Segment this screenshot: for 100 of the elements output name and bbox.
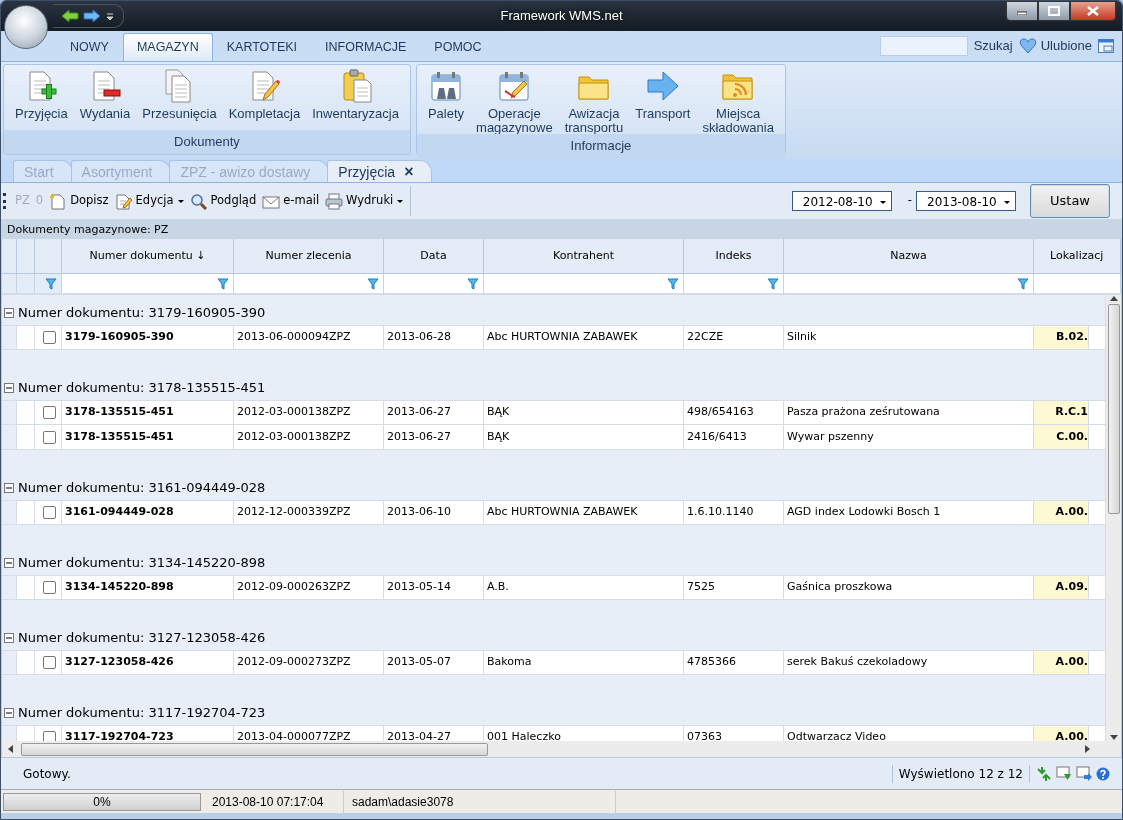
- filter-icon[interactable]: [767, 277, 779, 290]
- heart-icon[interactable]: [1018, 38, 1037, 54]
- app-menu-button[interactable]: [4, 5, 48, 49]
- edit-document-icon: [114, 192, 133, 210]
- column-header[interactable]: Kontrahent: [484, 239, 684, 274]
- collapse-icon[interactable]: [4, 307, 14, 318]
- refresh-arrows-icon[interactable]: [1036, 765, 1052, 782]
- row-checkbox[interactable]: [43, 406, 56, 419]
- magnifier-icon: [189, 192, 208, 210]
- ribbon-button[interactable]: Operacje magazynowe: [471, 69, 558, 135]
- ribbon-button[interactable]: Przyjęcia: [10, 69, 73, 121]
- ribbon-button[interactable]: Miejsca składowania: [697, 69, 779, 135]
- grid-caption: Dokumenty magazynowe: PZ: [1, 219, 1122, 239]
- ribbon-button[interactable]: Inwentaryzacja: [307, 69, 404, 121]
- toolbar-button[interactable]: Edycja: [111, 192, 187, 210]
- import-icon[interactable]: [1056, 765, 1072, 782]
- collapse-icon[interactable]: [4, 382, 14, 393]
- ribbon-button[interactable]: Przesunięcia: [137, 69, 222, 121]
- progress-text: 0%: [92, 793, 112, 810]
- collapse-icon[interactable]: [4, 632, 14, 643]
- collapse-icon[interactable]: [4, 557, 14, 568]
- close-button[interactable]: [1070, 1, 1116, 21]
- table-cell: 3127-123058-426: [62, 651, 234, 674]
- ribbon-tab[interactable]: KARTOTEKI: [212, 33, 312, 61]
- table-cell: 7525: [684, 576, 784, 599]
- ribbon-button[interactable]: Palety: [422, 69, 470, 121]
- table-cell: 3179-160905-390: [62, 326, 234, 349]
- toolbar-button[interactable]: Wydruki: [322, 192, 407, 210]
- window-layout-icon[interactable]: [1098, 39, 1114, 53]
- ribbon-button[interactable]: Wydania: [74, 69, 136, 121]
- forward-arrow-icon[interactable]: [83, 9, 101, 23]
- toolbar-button[interactable]: Dopisz: [46, 192, 112, 210]
- document-tab[interactable]: Przyjęcia ×: [327, 160, 433, 182]
- range-dash: -: [907, 192, 912, 210]
- ribbon-tab[interactable]: POMOC: [420, 33, 496, 61]
- table-cell: 4785366: [684, 651, 784, 674]
- column-header[interactable]: Numer dokumentu ↓: [62, 239, 234, 274]
- row-checkbox[interactable]: [43, 430, 56, 444]
- vertical-scrollbar[interactable]: [1105, 295, 1121, 741]
- collapse-icon[interactable]: [4, 707, 14, 718]
- ribbon-button[interactable]: Awizacja transportu: [559, 69, 629, 135]
- table-cell: A.00.: [1034, 651, 1089, 674]
- ribbon-tab[interactable]: MAGAZYN: [122, 33, 213, 61]
- filter-icon[interactable]: [45, 277, 57, 290]
- table-cell: 2013-05-14: [384, 576, 484, 599]
- printer-icon: [325, 192, 344, 210]
- maximize-button[interactable]: [1038, 1, 1070, 21]
- ribbon-button[interactable]: Transport: [630, 69, 696, 121]
- filter-icon[interactable]: [667, 277, 679, 290]
- close-tab-button[interactable]: ×: [404, 164, 414, 180]
- group-label: Informacje: [416, 134, 785, 159]
- table-cell: 2013-06-000094ZPZ: [234, 326, 384, 349]
- date-dropdown[interactable]: 2012-08-10: [791, 191, 892, 211]
- table-cell: 2013-05-07: [384, 651, 484, 674]
- group-label: Dokumenty: [4, 129, 410, 154]
- ribbon-tab[interactable]: INFORMACJE: [311, 33, 421, 61]
- date-dropdown[interactable]: 2013-08-10: [916, 191, 1016, 211]
- ribbon-tab[interactable]: NOWY: [56, 33, 123, 61]
- apply-button[interactable]: Ustaw: [1030, 184, 1110, 218]
- customize-menu-icon[interactable]: [105, 11, 115, 21]
- favorites-link[interactable]: Ulubione: [1040, 36, 1092, 56]
- row-checkbox[interactable]: [43, 731, 56, 741]
- collapse-icon[interactable]: [4, 482, 14, 493]
- table-cell: BĄK: [484, 401, 684, 424]
- filter-icon[interactable]: [367, 277, 379, 290]
- row-checkbox[interactable]: [43, 656, 56, 669]
- group-header: Numer dokumentu: 3178-135515-451: [18, 378, 266, 397]
- toolbar-button[interactable]: e-mail: [259, 192, 323, 210]
- filter-icon[interactable]: [217, 277, 229, 290]
- maximize-icon: [1048, 6, 1060, 16]
- filter-icon[interactable]: [1017, 277, 1029, 290]
- row-checkbox[interactable]: [43, 331, 56, 344]
- table-cell: 2013-06-27: [384, 425, 484, 449]
- toolbar-button[interactable]: Podgląd: [186, 192, 260, 210]
- ribbon-button[interactable]: Kompletacja: [223, 69, 306, 121]
- column-header[interactable]: Data: [384, 239, 484, 274]
- filter-icon[interactable]: [467, 277, 479, 290]
- group-header: Numer dokumentu: 3117-192704-723: [18, 703, 266, 722]
- row-checkbox[interactable]: [43, 581, 56, 594]
- back-arrow-icon[interactable]: [61, 9, 79, 23]
- column-header[interactable]: Indeks: [684, 239, 784, 274]
- status-message: Gotowy.: [23, 765, 71, 783]
- table-cell: A.B.: [484, 576, 684, 599]
- minimize-button[interactable]: [1006, 1, 1038, 21]
- table-cell: 2012-09-000263ZPZ: [234, 576, 384, 599]
- table-cell: 2012-09-000273ZPZ: [234, 651, 384, 674]
- document-type-label: PZ: [14, 192, 31, 210]
- horizontal-scrollbar[interactable]: [2, 741, 1121, 757]
- column-header[interactable]: Numer zlecenia: [234, 239, 384, 274]
- column-header[interactable]: Nazwa: [784, 239, 1034, 274]
- search-link[interactable]: Szukaj: [973, 36, 1013, 56]
- help-icon[interactable]: [1096, 766, 1110, 781]
- row-checkbox[interactable]: [43, 506, 56, 519]
- column-header[interactable]: Lokalizacj: [1034, 239, 1121, 274]
- table-cell: 3134-145220-898: [62, 576, 234, 599]
- export-icon[interactable]: [1076, 765, 1092, 782]
- group-header: Numer dokumentu: 3179-160905-390: [18, 303, 266, 322]
- search-field[interactable]: [879, 36, 968, 56]
- table-cell: 2012-12-000339ZPZ: [234, 501, 384, 524]
- header-cell: [17, 239, 35, 274]
